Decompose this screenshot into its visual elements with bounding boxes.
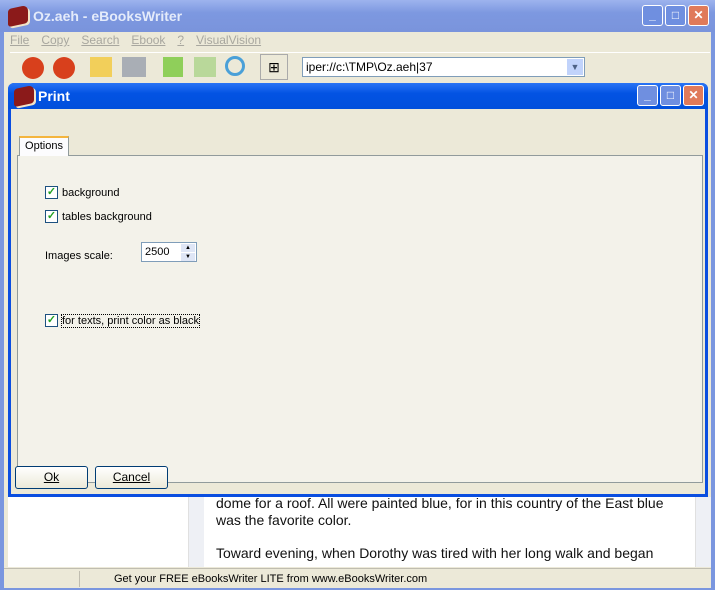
- table-icon[interactable]: ⊞: [260, 54, 288, 80]
- menu-help[interactable]: ?: [177, 32, 184, 50]
- tab-options[interactable]: Options: [19, 136, 69, 156]
- dialog-title: Print: [38, 88, 70, 104]
- dialog-minimize-button[interactable]: _: [637, 85, 658, 106]
- check-icon: ✓: [45, 210, 58, 223]
- print-icon[interactable]: [122, 57, 146, 77]
- options-panel: ✓ background ✓ tables background Images sc…: [17, 155, 703, 483]
- open-folder-icon[interactable]: [90, 57, 112, 77]
- chevron-down-icon[interactable]: ▼: [567, 59, 583, 75]
- app-book-icon: [8, 4, 28, 28]
- menu-visualvision[interactable]: VisualVision: [196, 32, 261, 50]
- address-value: iper://c:\TMP\Oz.aeh|37: [306, 60, 433, 74]
- content-view: dome for a roof. All were painted blue, …: [204, 497, 695, 567]
- menu-ebook[interactable]: Ebook: [131, 32, 165, 50]
- forward-icon[interactable]: [53, 57, 75, 79]
- status-bar: Get your FREE eBooksWriter LITE from www…: [4, 568, 711, 588]
- menu-file[interactable]: File: [10, 32, 29, 50]
- main-title-bar: Oz.aeh - eBooksWriter _ □ ✕: [0, 0, 715, 32]
- dialog-book-icon: [14, 84, 34, 108]
- dialog-close-button[interactable]: ✕: [683, 85, 704, 106]
- dialog-maximize-button[interactable]: □: [660, 85, 681, 106]
- spin-down-icon[interactable]: ▼: [181, 253, 195, 261]
- content-paragraph: dome for a roof. All were painted blue, …: [216, 497, 664, 528]
- book-icon[interactable]: [163, 57, 183, 77]
- content-scrollbar[interactable]: [695, 497, 711, 567]
- images-scale-value: 2500: [145, 246, 170, 258]
- ok-button[interactable]: Ok: [15, 466, 88, 489]
- open-book-icon[interactable]: [194, 57, 216, 77]
- ok-label: Ok: [43, 470, 60, 484]
- dialog-body: ✓ background ✓ tables background Images sc…: [11, 109, 705, 494]
- menu-bar: File Copy Search Ebook ? VisualVision: [4, 32, 261, 50]
- search-icon[interactable]: [225, 56, 245, 76]
- tables-background-checkbox[interactable]: ✓ tables background: [45, 210, 152, 223]
- back-icon[interactable]: [22, 57, 44, 79]
- print-black-checkbox[interactable]: ✓ for texts, print color as black: [45, 313, 200, 328]
- cancel-label: Cancel: [112, 470, 151, 484]
- check-icon: ✓: [45, 186, 58, 199]
- tables-background-label: tables background: [62, 210, 152, 223]
- check-icon: ✓: [45, 314, 58, 327]
- app-title: Oz.aeh - eBooksWriter: [33, 8, 183, 24]
- background-label: background: [62, 186, 120, 199]
- images-scale-spinner[interactable]: 2500 ▲ ▼: [141, 242, 197, 262]
- content-paragraph: Toward evening, when Dorothy was tired w…: [216, 545, 654, 561]
- dialog-title-bar: Print _ □ ✕: [8, 83, 708, 109]
- menu-search[interactable]: Search: [81, 32, 119, 50]
- menu-copy[interactable]: Copy: [41, 32, 69, 50]
- address-combo[interactable]: iper://c:\TMP\Oz.aeh|37 ▼: [302, 57, 585, 77]
- tree-pane: [8, 497, 188, 567]
- cancel-button[interactable]: Cancel: [95, 466, 168, 489]
- status-text: Get your FREE eBooksWriter LITE from www…: [114, 573, 428, 585]
- maximize-button[interactable]: □: [665, 5, 686, 26]
- print-black-label: for texts, print color as black: [61, 313, 200, 328]
- minimize-button[interactable]: _: [642, 5, 663, 26]
- left-scrollbar[interactable]: [188, 497, 204, 567]
- spin-up-icon[interactable]: ▲: [181, 244, 195, 252]
- print-dialog: Print _ □ ✕ ✓ background ✓ tables backgrou…: [8, 83, 708, 497]
- images-scale-label: Images scale:: [45, 250, 113, 262]
- close-button[interactable]: ✕: [688, 5, 709, 26]
- background-checkbox[interactable]: ✓ background: [45, 186, 120, 199]
